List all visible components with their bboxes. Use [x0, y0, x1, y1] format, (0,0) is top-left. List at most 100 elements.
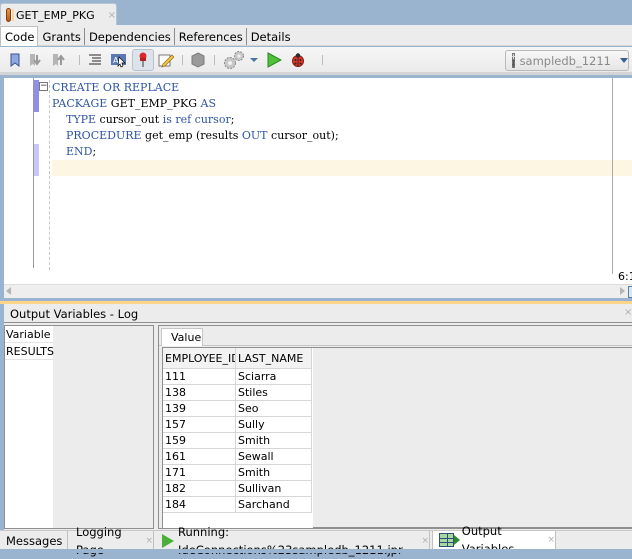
cell-employee-id[interactable]: 111: [163, 369, 236, 385]
editor-toolbar: A sampledb_1211: [0, 47, 632, 75]
cell-last-name[interactable]: Sullivan: [236, 481, 312, 497]
cell-last-name[interactable]: Sarchand: [236, 497, 312, 513]
tab-details[interactable]: Details: [247, 28, 294, 45]
indent-icon[interactable]: [86, 51, 104, 69]
editor-tab-bar: GET_EMP_PKG ×: [0, 0, 632, 26]
code-editor[interactable]: − CREATE OR REPLACE PACKAGE GET_EMP_PKG A…: [4, 78, 632, 284]
variable-column-header[interactable]: Variable: [5, 326, 53, 343]
cell-employee-id[interactable]: 139: [163, 401, 236, 417]
close-icon[interactable]: ×: [145, 532, 153, 550]
chevron-down-icon: [620, 58, 628, 63]
editor-tab-title: GET_EMP_PKG: [15, 8, 95, 22]
scroll-thumb[interactable]: [628, 286, 632, 298]
cell-last-name[interactable]: Seo: [236, 401, 312, 417]
result-grid[interactable]: EMPLOYEE_ID LAST_NAME 111 Sciarra 138 Stile…: [162, 347, 632, 528]
close-icon[interactable]: ×: [108, 10, 116, 21]
code-keyword: END: [66, 145, 93, 158]
code-text: cursor_out: [96, 113, 163, 126]
code-keyword: CREATE OR REPLACE: [52, 81, 180, 94]
cell-last-name[interactable]: Sewall: [236, 449, 312, 465]
right-margin-line: [612, 78, 613, 274]
cell-employee-id[interactable]: 182: [163, 481, 236, 497]
scroll-right-icon[interactable]: [620, 287, 625, 295]
tab-value[interactable]: Value: [161, 328, 203, 346]
editor-tab-get-emp-pkg[interactable]: GET_EMP_PKG ×: [0, 3, 117, 26]
debug-icon[interactable]: [289, 51, 307, 69]
edit-icon[interactable]: [157, 51, 175, 69]
scroll-left-icon[interactable]: [6, 287, 11, 295]
code-line[interactable]: CREATE OR REPLACE: [52, 80, 179, 96]
current-line-highlight: [52, 160, 632, 176]
compile-icon[interactable]: [189, 51, 207, 69]
next-bookmark-icon[interactable]: [51, 51, 69, 69]
bottom-tab-bar: Messages Logging Page × Running: IdeConn…: [0, 524, 632, 557]
fold-guide: [49, 80, 50, 270]
cursor-position: 6:1: [618, 270, 632, 283]
code-keyword: PROCEDURE: [66, 129, 142, 142]
cell-last-name[interactable]: Stiles: [236, 385, 312, 401]
cell-employee-id[interactable]: 184: [163, 497, 236, 513]
cell-employee-id[interactable]: 159: [163, 433, 236, 449]
close-icon[interactable]: ×: [421, 532, 429, 550]
window-frame-bottom: [0, 549, 632, 553]
change-marker: [34, 144, 39, 176]
horizontal-scrollbar[interactable]: [4, 284, 632, 298]
run-icon[interactable]: [265, 51, 283, 69]
panel-title: Output Variables - Log: [10, 307, 139, 321]
code-line[interactable]: TYPE cursor_out is ref cursor;: [52, 112, 234, 128]
divider: [4, 322, 632, 323]
code-line[interactable]: END;: [52, 144, 96, 160]
tab-output-variables[interactable]: Output Variables ×: [432, 524, 556, 556]
cell-last-name[interactable]: Sully: [236, 417, 312, 433]
cell-employee-id[interactable]: 161: [163, 449, 236, 465]
cell-employee-id[interactable]: 157: [163, 417, 236, 433]
connection-select[interactable]: sampledb_1211: [505, 50, 629, 71]
column-header-last-name[interactable]: LAST_NAME: [236, 348, 312, 369]
cell-employee-id[interactable]: 138: [163, 385, 236, 401]
prev-bookmark-icon[interactable]: [28, 51, 46, 69]
close-icon[interactable]: ×: [547, 531, 555, 549]
cell-last-name[interactable]: Sciarra: [236, 369, 312, 385]
code-keyword: TYPE: [66, 113, 97, 126]
tab-running-connection[interactable]: Running: IdeConnections%23sampledb_1211.…: [156, 525, 430, 557]
tab-messages[interactable]: Messages: [0, 531, 68, 550]
cell-last-name[interactable]: Smith: [236, 433, 312, 449]
output-grid-icon: [439, 533, 460, 547]
column-header-employee-id[interactable]: EMPLOYEE_ID: [163, 348, 236, 369]
variable-row-results[interactable]: RESULTS: [5, 343, 54, 360]
divider: [159, 345, 632, 346]
value-pane: Value EMPLOYEE_ID LAST_NAME 111 Sciarra 13…: [158, 325, 632, 529]
tab-grants[interactable]: Grants: [38, 28, 85, 45]
settings-icon[interactable]: [222, 51, 246, 69]
variable-list: Variable RESULTS: [5, 326, 54, 528]
code-keyword: OUT: [241, 129, 268, 142]
code-line[interactable]: PROCEDURE get_emp (results OUT cursor_ou…: [52, 128, 339, 144]
cell-last-name[interactable]: Smith: [236, 465, 312, 481]
cell-employee-id[interactable]: 171: [163, 465, 236, 481]
output-variables-panel: Output Variables - Log × Variable RESULT…: [4, 304, 632, 530]
run-icon: [162, 533, 174, 548]
tab-dependencies[interactable]: Dependencies: [85, 28, 175, 45]
bookmark-icon[interactable]: [6, 51, 24, 69]
code-line[interactable]: PACKAGE GET_EMP_PKG AS: [52, 96, 216, 112]
database-icon: [512, 53, 515, 68]
chevron-down-icon[interactable]: [249, 51, 259, 69]
code-keyword: AS: [200, 97, 217, 110]
close-icon[interactable]: ×: [624, 307, 632, 318]
code-text: cursor_out);: [267, 129, 339, 142]
connection-name: sampledb_1211: [519, 53, 611, 68]
pin-icon[interactable]: [132, 49, 154, 71]
package-icon: [6, 8, 14, 22]
tab-code[interactable]: Code: [0, 26, 39, 46]
variable-pane: Variable RESULTS: [4, 325, 154, 529]
tab-references[interactable]: References: [175, 28, 247, 45]
tab-logging-page[interactable]: Logging Page ×: [70, 525, 154, 557]
code-text: ;: [230, 113, 235, 126]
code-keyword: PACKAGE: [52, 97, 108, 110]
format-icon[interactable]: A: [110, 51, 128, 69]
fold-collapse-icon[interactable]: −: [39, 82, 48, 91]
tab-label: Logging Page: [76, 524, 122, 557]
toolbar-separator: [322, 55, 323, 65]
